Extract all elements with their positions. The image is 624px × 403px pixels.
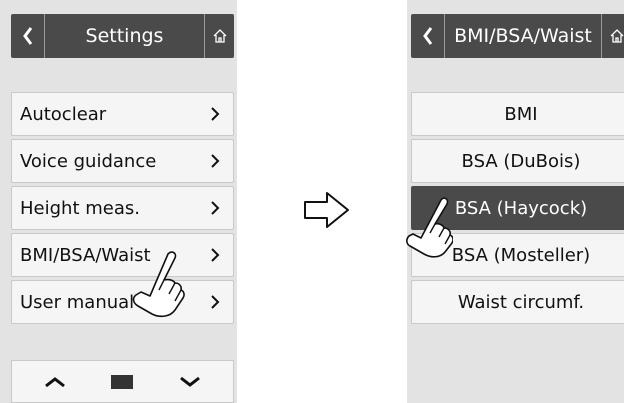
pointing-hand-icon <box>406 197 453 258</box>
menu-item-height-meas[interactable]: Height meas. <box>11 186 234 230</box>
menu-item-voice-guidance[interactable]: Voice guidance <box>11 139 234 183</box>
chevron-right-icon <box>197 153 233 169</box>
option-bmi[interactable]: BMI <box>411 92 624 136</box>
chevron-down-icon <box>179 376 200 387</box>
home-button[interactable] <box>204 14 234 58</box>
back-button[interactable] <box>11 14 45 58</box>
chevron-right-icon <box>197 200 233 216</box>
page-title: BMI/BSA/Waist <box>454 25 592 47</box>
home-icon <box>213 29 226 43</box>
option-label: BMI <box>504 103 538 125</box>
bmi-header: BMI/BSA/Waist <box>411 14 624 58</box>
chevron-right-icon <box>197 247 233 263</box>
option-label: Waist circumf. <box>457 291 585 313</box>
page-up-button[interactable] <box>25 361 85 402</box>
bmi-bsa-waist-screen: BMI/BSA/Waist BMI BSA (DuBois) BSA (Hayc… <box>406 0 624 403</box>
menu-item-bmi-bsa-waist[interactable]: BMI/BSA/Waist <box>11 233 234 277</box>
page-navigation <box>11 360 234 403</box>
back-button[interactable] <box>411 14 445 58</box>
option-bsa-dubois[interactable]: BSA (DuBois) <box>411 139 624 183</box>
option-label: BSA (Mosteller) <box>451 244 591 266</box>
settings-header: Settings <box>11 14 234 58</box>
menu-item-user-manual[interactable]: User manual <box>11 280 234 324</box>
pointing-hand-icon <box>132 251 185 318</box>
page-title: Settings <box>85 25 164 47</box>
page-indicator <box>111 374 134 389</box>
option-label: BSA (Haycock) <box>454 197 588 219</box>
chevron-right-icon <box>197 294 233 310</box>
option-waist-circumf[interactable]: Waist circumf. <box>411 280 624 324</box>
chevron-left-icon <box>422 27 432 45</box>
chevron-up-icon <box>45 376 66 387</box>
option-label: BSA (DuBois) <box>461 150 581 172</box>
menu-item-autoclear[interactable]: Autoclear <box>11 92 234 136</box>
home-icon <box>610 29 623 43</box>
menu-item-label: Height meas. <box>20 197 140 219</box>
menu-item-label: Voice guidance <box>20 150 157 172</box>
chevron-right-icon <box>197 106 233 122</box>
home-button[interactable] <box>601 14 624 58</box>
menu-item-label: Autoclear <box>20 103 107 125</box>
settings-screen: Settings Autoclear Voice guidance Height… <box>0 0 237 403</box>
chevron-left-icon <box>22 27 32 45</box>
page-down-button[interactable] <box>160 361 220 402</box>
right-arrow-outline-icon <box>304 192 349 228</box>
